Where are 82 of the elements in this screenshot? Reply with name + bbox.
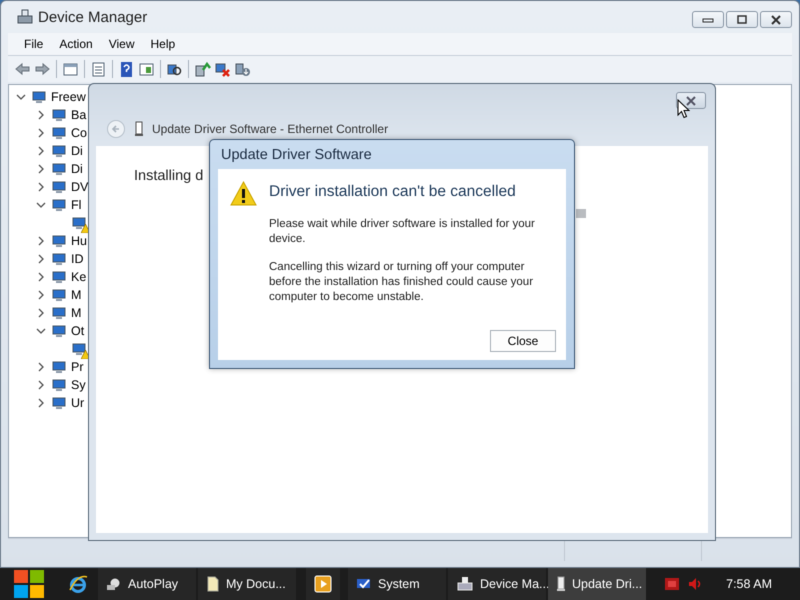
device-icon bbox=[51, 395, 67, 411]
taskbar-button[interactable]: Device Ma... bbox=[448, 568, 546, 600]
close-button[interactable]: Close bbox=[490, 330, 556, 352]
media-player-icon bbox=[314, 575, 332, 593]
device-icon bbox=[51, 161, 67, 177]
disable-icon[interactable] bbox=[234, 60, 251, 78]
taskbar-button[interactable] bbox=[306, 568, 340, 600]
close-button[interactable] bbox=[760, 11, 792, 28]
device-icon bbox=[51, 323, 67, 339]
tree-item[interactable]: Ur bbox=[71, 396, 84, 410]
device-icon bbox=[51, 107, 67, 123]
network-card-icon bbox=[556, 576, 566, 592]
tree-item[interactable]: Sy bbox=[71, 378, 86, 392]
square-mark bbox=[576, 209, 586, 218]
tree-item[interactable]: Ot bbox=[71, 324, 84, 338]
tree-item[interactable]: Freew bbox=[51, 90, 86, 104]
network-card-icon bbox=[134, 121, 144, 137]
start-button-icon[interactable] bbox=[13, 569, 45, 599]
tree-item[interactable]: DV bbox=[71, 180, 88, 194]
maximize-icon bbox=[736, 14, 748, 24]
window-title: Device Manager bbox=[38, 8, 148, 26]
device-icon bbox=[51, 287, 67, 303]
tree-item[interactable]: M bbox=[71, 288, 82, 302]
dialog-heading: Driver installation can't be cancelled bbox=[269, 183, 517, 201]
panel-icon[interactable] bbox=[138, 60, 155, 78]
close-icon bbox=[685, 96, 697, 106]
minimize-button[interactable] bbox=[692, 11, 724, 28]
device-icon bbox=[51, 377, 67, 393]
menu-item[interactable]: File bbox=[16, 37, 52, 51]
browser-icon[interactable] bbox=[68, 574, 88, 594]
taskbar-button[interactable]: Update Dri... bbox=[548, 568, 646, 600]
dialog-title: Update Driver Software bbox=[220, 146, 373, 164]
tree-item[interactable]: Ke bbox=[71, 270, 86, 284]
document-icon bbox=[206, 576, 220, 592]
status-text: Installing d bbox=[134, 168, 204, 184]
device-icon bbox=[51, 143, 67, 159]
warning-icon bbox=[230, 181, 257, 206]
device-icon bbox=[51, 359, 67, 375]
device-icon bbox=[51, 197, 67, 213]
flag-icon[interactable] bbox=[664, 576, 680, 592]
tree-item[interactable]: ID bbox=[71, 252, 84, 266]
taskbar-button[interactable]: My Docu... bbox=[198, 568, 296, 600]
device-icon bbox=[51, 251, 67, 267]
tree-item[interactable]: Di bbox=[71, 162, 83, 176]
tree-item[interactable]: Ba bbox=[71, 108, 86, 122]
update-icon[interactable] bbox=[194, 60, 211, 78]
taskbar-button[interactable]: AutoPlay bbox=[98, 568, 196, 600]
message-text: Cancelling this wizard or turning off your computer before the installation has finished could cause your computer to become unstable. bbox=[269, 260, 534, 305]
tree-item[interactable]: Di bbox=[71, 144, 83, 158]
back-arrow-icon[interactable] bbox=[14, 60, 31, 78]
device-icon bbox=[71, 215, 87, 231]
device-icon bbox=[51, 233, 67, 249]
device-icon bbox=[51, 125, 67, 141]
taskbar-button[interactable]: System bbox=[348, 568, 446, 600]
app-icon bbox=[456, 576, 474, 592]
device-icon bbox=[71, 341, 87, 357]
menu-item[interactable]: View bbox=[100, 37, 142, 51]
clock[interactable]: 7:58 AM bbox=[726, 577, 772, 591]
tree-item[interactable]: Co bbox=[71, 126, 87, 140]
help-icon[interactable] bbox=[118, 60, 135, 78]
message-text: Please wait while driver software is installed for your device. bbox=[269, 217, 536, 247]
app-icon bbox=[16, 9, 34, 25]
device-icon bbox=[51, 305, 67, 321]
mouse-pointer-icon bbox=[677, 99, 690, 119]
close-button[interactable] bbox=[676, 92, 706, 109]
maximize-button[interactable] bbox=[726, 11, 758, 28]
device-icon bbox=[51, 269, 67, 285]
device-icon bbox=[51, 179, 67, 195]
menu-item[interactable]: Action bbox=[51, 37, 101, 51]
uninstall-icon[interactable] bbox=[214, 60, 231, 78]
forward-arrow-icon[interactable] bbox=[34, 60, 51, 78]
tree-item[interactable]: Pr bbox=[71, 360, 84, 374]
list-icon[interactable] bbox=[90, 60, 107, 78]
tree-item[interactable]: Fl bbox=[71, 198, 82, 212]
panel-icon[interactable] bbox=[62, 60, 79, 78]
device-icon bbox=[31, 89, 47, 105]
tree-item[interactable]: Hu bbox=[71, 234, 87, 248]
minimize-icon bbox=[702, 16, 714, 22]
tree-item[interactable]: M bbox=[71, 306, 82, 320]
close-icon bbox=[770, 14, 782, 24]
menu-item[interactable]: Help bbox=[142, 37, 184, 51]
window-title: Update Driver Software - Ethernet Controller bbox=[152, 122, 388, 136]
